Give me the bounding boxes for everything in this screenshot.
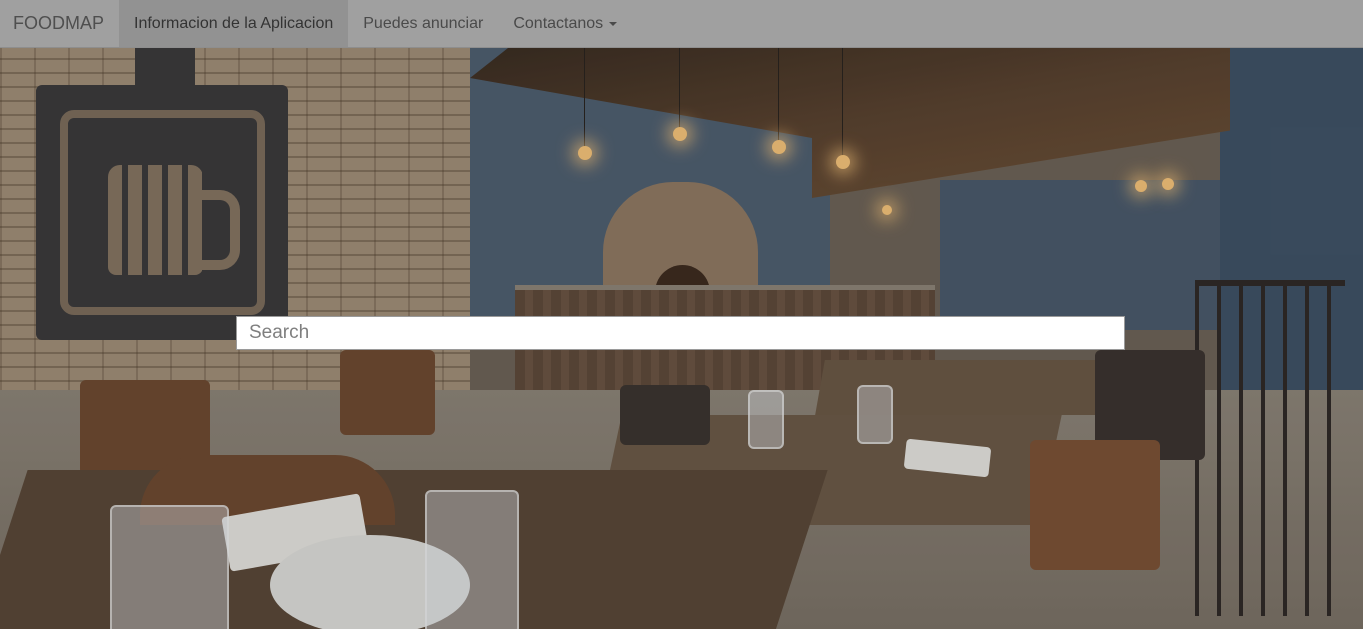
- nav-item-label: Puedes anunciar: [363, 14, 484, 32]
- hero-overlay: [0, 0, 1363, 629]
- caret-down-icon: [609, 21, 618, 26]
- nav-item-puedes-anunciar[interactable]: Puedes anunciar: [348, 0, 498, 47]
- nav-item-label: Contactanos: [513, 14, 604, 32]
- search-input[interactable]: [236, 316, 1125, 350]
- nav-menu: Informacion de la Aplicacion Puedes anun…: [119, 0, 632, 47]
- nav-item-informacion[interactable]: Informacion de la Aplicacion: [119, 0, 349, 47]
- navbar: FOODMAP Informacion de la Aplicacion Pue…: [0, 0, 1363, 48]
- nav-item-contactanos-dropdown[interactable]: Contactanos: [498, 0, 632, 47]
- brand-link[interactable]: FOODMAP: [0, 0, 119, 47]
- hero-background-image: [0, 0, 1363, 629]
- page: FOODMAP Informacion de la Aplicacion Pue…: [0, 0, 1363, 629]
- nav-item-label: Informacion de la Aplicacion: [134, 14, 334, 32]
